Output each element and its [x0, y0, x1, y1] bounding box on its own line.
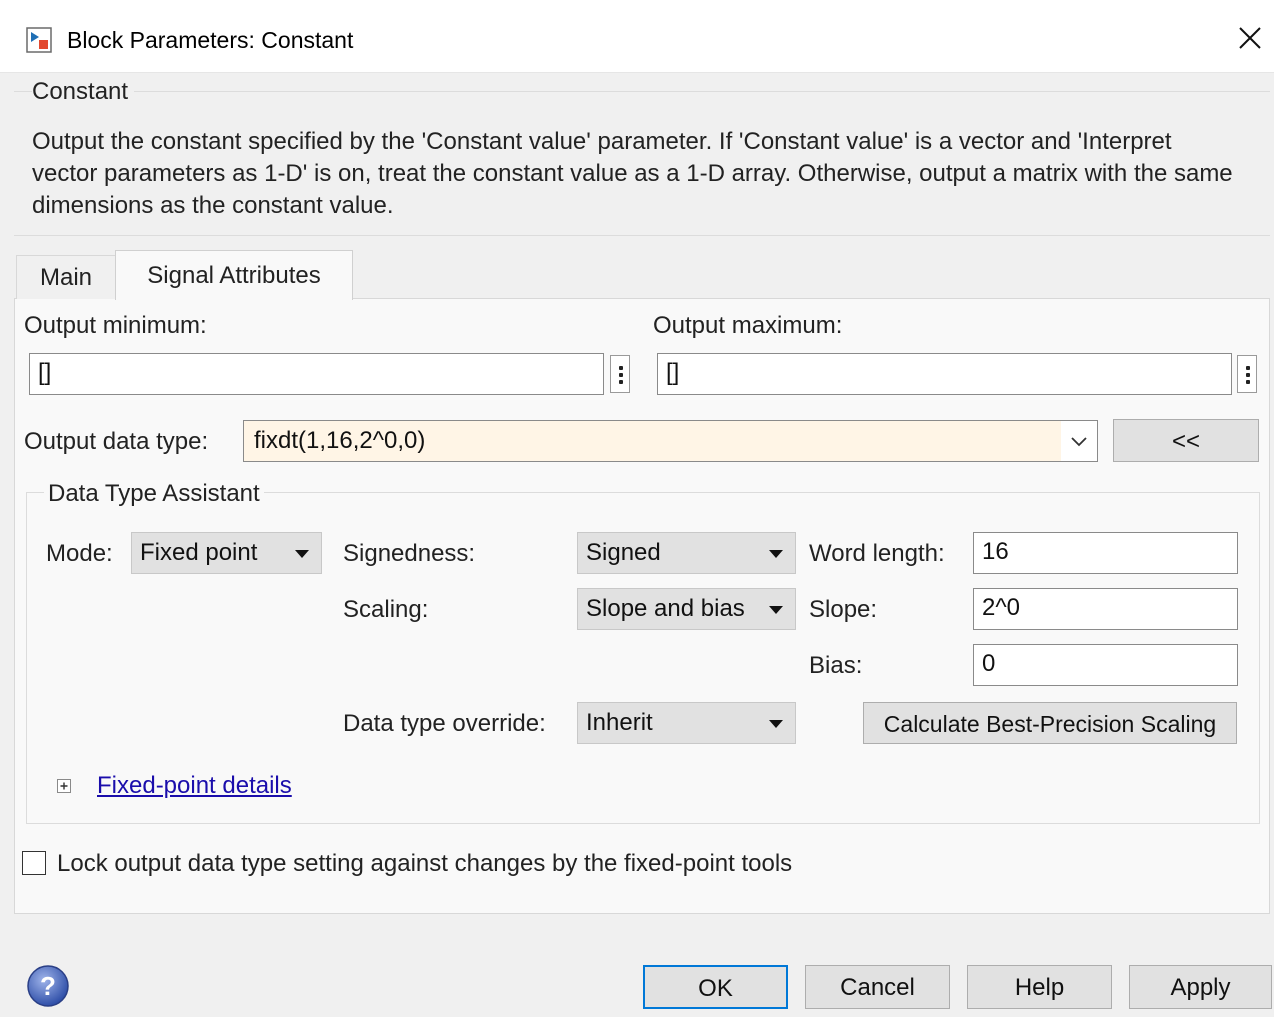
slope-label: Slope: — [809, 596, 878, 623]
word-length-input[interactable]: 16 — [973, 532, 1238, 574]
mode-value: Fixed point — [140, 539, 258, 566]
tab-signal-attributes[interactable]: Signal Attributes — [115, 250, 353, 300]
scaling-dropdown[interactable]: Slope and bias — [577, 588, 796, 630]
data-type-override-dropdown[interactable]: Inherit — [577, 702, 796, 744]
scaling-value: Slope and bias — [586, 595, 745, 622]
output-data-type-label: Output data type: — [24, 428, 209, 455]
output-data-type-value: fixdt(1,16,2^0,0) — [254, 427, 426, 454]
fixed-point-details-link[interactable]: Fixed-point details — [97, 772, 292, 800]
block-description: Output the constant specified by the 'Co… — [32, 128, 1233, 219]
data-type-assistant-title: Data Type Assistant — [44, 480, 264, 508]
combobox-arrow-area[interactable] — [1061, 421, 1097, 461]
output-minimum-label: Output minimum: — [24, 312, 207, 339]
output-minimum-input[interactable]: [] — [29, 353, 604, 395]
close-icon[interactable] — [1236, 24, 1264, 52]
output-minimum-more-button[interactable] — [610, 355, 630, 393]
caret-down-icon — [769, 550, 783, 558]
bias-input[interactable]: 0 — [973, 644, 1238, 686]
tab-main[interactable]: Main — [16, 255, 116, 299]
output-maximum-more-button[interactable] — [1237, 355, 1257, 393]
signedness-label: Signedness: — [343, 540, 476, 567]
svg-text:?: ? — [40, 971, 56, 1001]
toggle-assistant-button[interactable]: << — [1113, 419, 1259, 462]
help-button[interactable]: Help — [967, 965, 1112, 1009]
description-group-bottom-border — [14, 235, 1270, 236]
caret-down-icon — [769, 606, 783, 614]
output-data-type-combobox[interactable]: fixdt(1,16,2^0,0) — [243, 420, 1098, 462]
question-icon[interactable]: ? — [26, 964, 70, 1008]
bias-label: Bias: — [809, 652, 863, 679]
calculate-best-precision-button[interactable]: Calculate Best-Precision Scaling — [863, 702, 1237, 744]
signedness-value: Signed — [586, 539, 661, 566]
output-maximum-input[interactable]: [] — [657, 353, 1232, 395]
apply-button[interactable]: Apply — [1129, 965, 1272, 1009]
window-title: Block Parameters: Constant — [67, 27, 354, 53]
mode-label: Mode: — [46, 540, 113, 567]
data-type-override-label: Data type override: — [343, 710, 546, 737]
expand-icon[interactable] — [57, 779, 71, 793]
ok-button[interactable]: OK — [643, 965, 788, 1009]
lock-data-type-checkbox[interactable] — [22, 851, 46, 875]
mode-dropdown[interactable]: Fixed point — [131, 532, 322, 574]
caret-down-icon — [295, 550, 309, 558]
caret-down-icon — [769, 720, 783, 728]
cancel-button[interactable]: Cancel — [805, 965, 950, 1009]
scaling-label: Scaling: — [343, 596, 429, 623]
word-length-label: Word length: — [809, 540, 945, 567]
output-maximum-label: Output maximum: — [653, 312, 843, 339]
data-type-override-value: Inherit — [586, 709, 653, 736]
slope-input[interactable]: 2^0 — [973, 588, 1238, 630]
block-type-title: Constant — [32, 78, 135, 106]
simulink-block-icon — [26, 27, 52, 53]
chevron-down-icon — [1071, 437, 1087, 447]
signedness-dropdown[interactable]: Signed — [577, 532, 796, 574]
plus-icon — [60, 782, 68, 790]
lock-data-type-label: Lock output data type setting against ch… — [57, 850, 793, 877]
description-group-top-border — [14, 91, 1270, 92]
